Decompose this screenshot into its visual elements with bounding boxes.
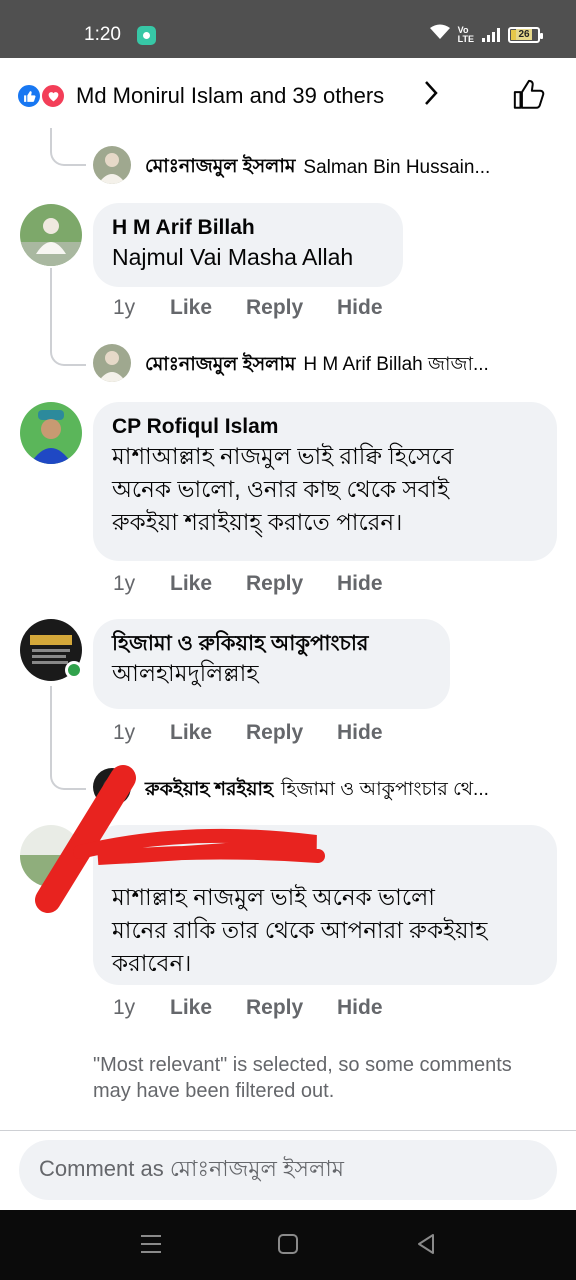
avatar[interactable] <box>93 344 131 382</box>
filter-notice: "Most relevant" is selected, so some com… <box>93 1054 512 1102</box>
comment-timestamp: 1y <box>113 572 136 595</box>
comment-author[interactable]: H M Arif Billah <box>112 215 383 241</box>
hide-button[interactable]: Hide <box>337 996 383 1020</box>
comment-text-line: করাবেন। <box>112 950 192 976</box>
like-button[interactable]: Like <box>170 721 246 745</box>
hide-button[interactable]: Hide <box>337 721 383 745</box>
comment-actions: 1y Like Reply Hide <box>113 996 383 1020</box>
comment-text: Najmul Vai Masha Allah <box>112 244 354 270</box>
reply-button[interactable]: Reply <box>246 996 337 1020</box>
comment-actions: 1y Like Reply Hide <box>113 721 383 745</box>
reply-button[interactable]: Reply <box>246 572 337 596</box>
recent-apps-button[interactable] <box>141 1235 161 1253</box>
reply-preview-text: Salman Bin Hussain... <box>303 157 491 178</box>
online-status-dot <box>65 661 83 679</box>
reactions-summary[interactable]: Md Monirul Islam and 39 others <box>0 72 576 120</box>
avatar[interactable] <box>93 146 131 184</box>
status-bar: 1:20 Vo LTE 26 <box>0 0 576 58</box>
avatar[interactable] <box>20 402 82 464</box>
reactions-summary-text: Md Monirul Islam and 39 others <box>76 83 385 108</box>
signal-icon <box>482 27 500 42</box>
hide-button[interactable]: Hide <box>337 572 383 596</box>
wifi-icon <box>429 24 450 45</box>
battery-level: 26 <box>516 29 532 40</box>
comment-actions: 1y Like Reply Hide <box>113 572 383 596</box>
hide-button[interactable]: Hide <box>337 296 383 320</box>
thread-line <box>50 268 52 348</box>
like-icon <box>16 83 42 109</box>
comment-text-line: মাশাআল্লাহ নাজমুল ভাই রাক্বি হিসেবে <box>112 443 454 469</box>
like-button[interactable] <box>512 78 546 112</box>
like-button[interactable]: Like <box>170 996 246 1020</box>
like-button[interactable]: Like <box>170 572 246 596</box>
battery-icon: 26 <box>508 26 543 43</box>
comment-text-line: রুকইয়া শরাইয়াহ্ করাতে পারেন। <box>112 509 403 535</box>
divider <box>0 1130 576 1131</box>
thread-line <box>50 128 52 146</box>
back-button[interactable] <box>414 1232 438 1256</box>
reply-button[interactable]: Reply <box>246 721 337 745</box>
reply-preview[interactable]: মোঃনাজমুল ইসলাম Salman Bin Hussain... <box>131 152 490 184</box>
comment-timestamp: 1y <box>113 296 136 319</box>
app-notification-icon <box>137 26 156 45</box>
avatar[interactable] <box>20 204 82 266</box>
comment-timestamp: 1y <box>113 721 136 744</box>
thread-connector <box>50 346 86 366</box>
comment-actions: 1y Like Reply Hide <box>113 296 383 320</box>
home-button[interactable] <box>278 1234 298 1254</box>
thread-connector <box>50 146 86 166</box>
volte-label: Vo LTE <box>457 24 474 44</box>
reply-author[interactable]: মোঃনাজমুল ইসলাম <box>145 350 295 382</box>
like-button[interactable]: Like <box>170 296 246 320</box>
comment-bubble: CP Rofiqul Islam মাশাআল্লাহ নাজমুল ভাই র… <box>93 402 557 561</box>
reaction-icons <box>16 83 72 109</box>
status-indicators: Vo LTE 26 <box>429 24 543 45</box>
chevron-right-icon[interactable] <box>424 80 438 113</box>
redaction-scribble <box>35 765 325 913</box>
comment-bubble: হিজামা ও রুকিয়াহ আকুপাংচার আলহামদুলিল্ল… <box>93 619 450 709</box>
comment-text: আলহামদুলিল্লাহ <box>112 660 259 686</box>
reply-author[interactable]: মোঃনাজমুল ইসলাম <box>145 152 295 184</box>
comment-timestamp: 1y <box>113 996 136 1019</box>
love-icon <box>40 83 66 109</box>
comment-author[interactable]: CP Rofiqul Islam <box>112 414 537 440</box>
comment-bubble: H M Arif Billah Najmul Vai Masha Allah <box>93 203 403 287</box>
reply-preview-text: H M Arif Billah জাজা... <box>303 354 489 375</box>
comment-input[interactable]: Comment as মোঃনাজমুল ইসলাম <box>19 1140 557 1200</box>
system-navigation-bar <box>0 1210 576 1280</box>
status-time: 1:20 <box>84 24 121 45</box>
comment-author[interactable]: হিজামা ও রুকিয়াহ আকুপাংচার <box>112 631 430 657</box>
reply-button[interactable]: Reply <box>246 296 337 320</box>
reply-preview[interactable]: মোঃনাজমুল ইসলাম H M Arif Billah জাজা... <box>131 350 489 382</box>
comment-text-line: অনেক ভালো, ওনার কাছ থেকে সবাই <box>112 476 450 502</box>
